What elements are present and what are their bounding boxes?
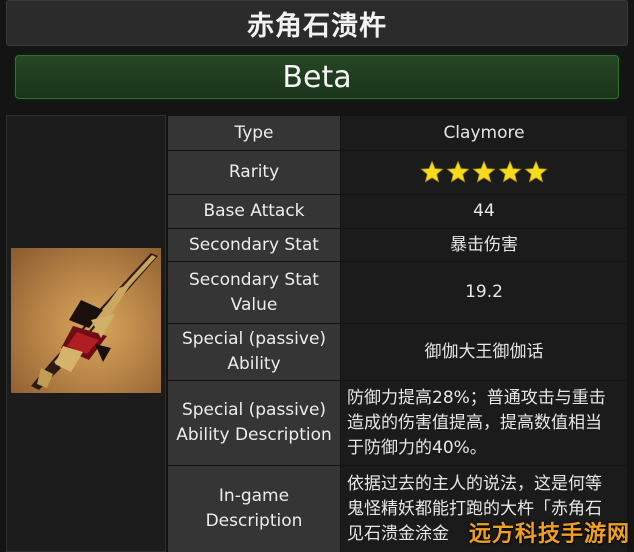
label-line: Description [205, 511, 303, 531]
watermark: 远方科技手游网 [468, 522, 630, 547]
special-desc-value: 防御力提高28%；普通攻击与重击 造成的伤害值提高，提高数值相当 于防御力的40… [340, 380, 628, 466]
weapon-stats-table: Type Claymore Rarity Base Attack 44 Seco… [167, 115, 628, 552]
rarity-label: Rarity [167, 150, 341, 195]
row-secondary-stat: Secondary Stat 暴击伤害 [167, 228, 628, 262]
row-type: Type Claymore [167, 115, 628, 151]
desc-line: 防御力提高28%；普通攻击与重击 [347, 387, 606, 408]
type-label: Type [167, 115, 341, 151]
label-line: Special (passive) [181, 400, 327, 420]
base-attack-label: Base Attack [167, 194, 341, 229]
base-attack-value: 44 [340, 194, 628, 229]
beta-label: Beta [282, 59, 352, 95]
beta-banner: Beta [13, 53, 621, 101]
star-icon [472, 160, 496, 183]
row-base-attack: Base Attack 44 [167, 194, 628, 229]
special-ability-label: Special (passive) Ability [167, 323, 341, 381]
label-line: Secondary Stat [189, 269, 319, 290]
row-rarity: Rarity [167, 150, 628, 195]
label-line: Value [230, 294, 278, 315]
weapon-image [11, 248, 161, 393]
type-value: Claymore [340, 115, 628, 151]
row-special-description: Special (passive) Ability Description 防御… [167, 380, 628, 466]
row-special-ability: Special (passive) Ability 御伽大王御伽话 [167, 323, 628, 381]
desc-line: 造成的伤害值提高，提高数值相当 [347, 412, 602, 433]
title-bar: 赤角石溃杵 [6, 0, 628, 46]
star-icon [446, 160, 470, 183]
row-secondary-stat-value: Secondary Stat Value 19.2 [167, 261, 628, 324]
star-icon [498, 160, 522, 183]
desc-line: 于防御力的40%。 [347, 437, 487, 458]
star-icon [524, 160, 548, 183]
secondary-stat-label: Secondary Stat [167, 228, 341, 262]
label-line: Special (passive) [181, 329, 327, 349]
rarity-stars [420, 160, 548, 184]
secondary-stat-value-label: Secondary Stat Value [167, 261, 341, 324]
label-line: Ability [227, 354, 281, 374]
rarity-value [340, 150, 628, 195]
special-desc-label: Special (passive) Ability Description [167, 380, 341, 466]
ingame-desc-label: In-game Description [167, 465, 341, 552]
star-icon [420, 160, 444, 183]
claymore-illustration [31, 253, 158, 390]
page-title: 赤角石溃杵 [247, 10, 387, 42]
secondary-stat-value: 暴击伤害 [340, 228, 628, 262]
secondary-stat-value-value: 19.2 [340, 261, 628, 324]
label-line: Ability Description [176, 425, 332, 445]
special-ability-value: 御伽大王御伽话 [340, 323, 628, 381]
label-line: In-game [218, 486, 290, 506]
desc-line: 依据过去的主人的说法，这是何等 [347, 473, 602, 494]
